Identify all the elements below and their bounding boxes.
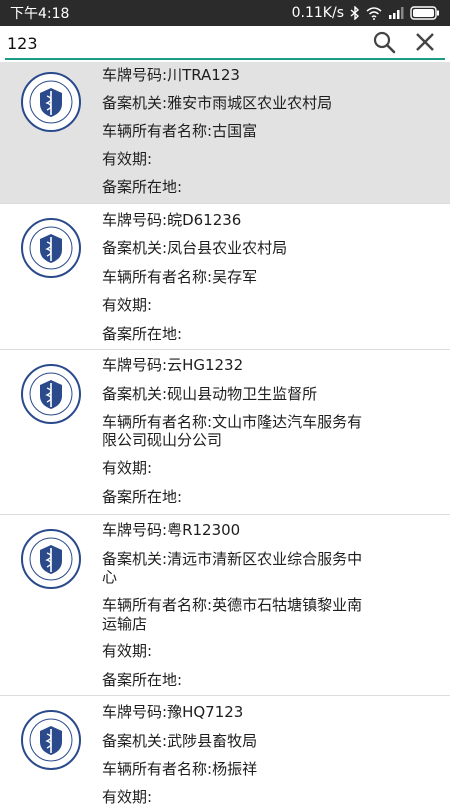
validity-row: 有效期: bbox=[102, 457, 414, 479]
agency-value: 砚山县动物卫生监督所 bbox=[167, 385, 318, 403]
owner-value: 古国富 bbox=[212, 122, 258, 140]
plate-label: 车牌号码: bbox=[102, 521, 168, 539]
list-item[interactable]: 车牌号码:皖D61236 备案机关:凤台县农业农村局 车辆所有者名称:吴存军 有… bbox=[0, 204, 450, 350]
list-item[interactable]: 车牌号码:豫HQ7123 备案机关:武陟县畜牧局 车辆所有者名称:杨振祥 有效期… bbox=[0, 696, 450, 806]
validity-row: 有效期: bbox=[102, 294, 414, 316]
validity-label: 有效期: bbox=[102, 150, 153, 168]
validity-row: 有效期: bbox=[102, 640, 414, 662]
list-item[interactable]: 车牌号码:云HG1232 备案机关:砚山县动物卫生监督所 车辆所有者名称:文山市… bbox=[0, 350, 450, 515]
search-bar bbox=[0, 26, 450, 62]
battery-icon bbox=[410, 6, 440, 20]
agency-label: 备案机关: bbox=[102, 239, 168, 257]
agency-label: 备案机关: bbox=[102, 732, 168, 750]
search-input[interactable] bbox=[7, 31, 357, 55]
animal-health-seal-icon bbox=[20, 363, 82, 425]
owner-row-continued: 运输店 bbox=[102, 613, 414, 635]
status-bar: 下午4:18 0.11K/s bbox=[0, 0, 450, 26]
plate-label: 车牌号码: bbox=[102, 703, 168, 721]
network-speed: 0.11K/s bbox=[291, 5, 344, 21]
validity-label: 有效期: bbox=[102, 788, 153, 806]
agency-value-continued: 心 bbox=[102, 568, 118, 586]
clear-button[interactable] bbox=[411, 30, 439, 58]
agency-row-continued: 心 bbox=[102, 566, 414, 588]
owner-value-continued: 限公司砚山分公司 bbox=[102, 431, 223, 449]
plate-row: 车牌号码:豫HQ7123 bbox=[102, 701, 414, 723]
status-right-group: 0.11K/s bbox=[292, 5, 440, 21]
agency-value: 武陟县畜牧局 bbox=[167, 732, 258, 750]
owner-value: 杨振祥 bbox=[212, 760, 258, 778]
plate-value: 粤R12300 bbox=[167, 521, 241, 539]
plate-label: 车牌号码: bbox=[102, 66, 168, 84]
owner-row: 车辆所有者名称:杨振祥 bbox=[102, 758, 414, 780]
validity-label: 有效期: bbox=[102, 296, 153, 314]
validity-row: 有效期: bbox=[102, 786, 414, 808]
location-label: 备案所在地: bbox=[102, 671, 183, 689]
results-list: 车牌号码:川TRA123 备案机关:雅安市雨城区农业农村局 车辆所有者名称:古国… bbox=[0, 62, 450, 806]
location-row: 备案所在地: bbox=[102, 486, 414, 508]
plate-row: 车牌号码:粤R12300 bbox=[102, 519, 414, 541]
location-label: 备案所在地: bbox=[102, 488, 183, 506]
close-icon bbox=[415, 32, 435, 56]
plate-value: 皖D61236 bbox=[167, 211, 242, 229]
owner-label: 车辆所有者名称: bbox=[102, 596, 213, 614]
agency-row: 备案机关:凤台县农业农村局 bbox=[102, 237, 414, 259]
list-item[interactable]: 车牌号码:川TRA123 备案机关:雅安市雨城区农业农村局 车辆所有者名称:古国… bbox=[0, 62, 450, 204]
agency-value: 凤台县农业农村局 bbox=[167, 239, 288, 257]
wifi-icon bbox=[366, 6, 382, 20]
bluetooth-icon bbox=[350, 6, 360, 20]
owner-label: 车辆所有者名称: bbox=[102, 122, 213, 140]
owner-label: 车辆所有者名称: bbox=[102, 268, 213, 286]
owner-value: 吴存军 bbox=[212, 268, 258, 286]
search-icon bbox=[372, 30, 396, 58]
search-button[interactable] bbox=[370, 30, 398, 58]
location-row: 备案所在地: bbox=[102, 669, 414, 691]
validity-label: 有效期: bbox=[102, 459, 153, 477]
agency-row: 备案机关:雅安市雨城区农业农村局 bbox=[102, 92, 414, 114]
agency-label: 备案机关: bbox=[102, 385, 168, 403]
owner-value: 英德市石牯塘镇黎业南 bbox=[212, 596, 363, 614]
plate-value: 云HG1232 bbox=[167, 356, 244, 374]
plate-label: 车牌号码: bbox=[102, 211, 168, 229]
signal-icon bbox=[388, 7, 404, 19]
owner-label: 车辆所有者名称: bbox=[102, 760, 213, 778]
validity-label: 有效期: bbox=[102, 642, 153, 660]
location-row: 备案所在地: bbox=[102, 323, 414, 345]
animal-health-seal-icon bbox=[20, 71, 82, 133]
plate-value: 川TRA123 bbox=[167, 66, 240, 84]
location-row: 备案所在地: bbox=[102, 176, 414, 198]
list-item[interactable]: 车牌号码:粤R12300 备案机关:清远市清新区农业综合服务中 心 车辆所有者名… bbox=[0, 515, 450, 696]
plate-row: 车牌号码:皖D61236 bbox=[102, 209, 414, 231]
animal-health-seal-icon bbox=[20, 528, 82, 590]
owner-row: 车辆所有者名称:古国富 bbox=[102, 120, 414, 142]
agency-value: 雅安市雨城区农业农村局 bbox=[167, 94, 333, 112]
owner-value-continued: 运输店 bbox=[102, 615, 148, 633]
location-label: 备案所在地: bbox=[102, 325, 183, 343]
agency-row: 备案机关:砚山县动物卫生监督所 bbox=[102, 383, 414, 405]
plate-row: 车牌号码:云HG1232 bbox=[102, 354, 414, 376]
status-time: 下午4:18 bbox=[10, 6, 70, 22]
location-label: 备案所在地: bbox=[102, 178, 183, 196]
owner-row-continued: 限公司砚山分公司 bbox=[102, 429, 414, 451]
agency-row: 备案机关:武陟县畜牧局 bbox=[102, 730, 414, 752]
agency-label: 备案机关: bbox=[102, 94, 168, 112]
animal-health-seal-icon bbox=[20, 217, 82, 279]
plate-row: 车牌号码:川TRA123 bbox=[102, 64, 414, 86]
validity-row: 有效期: bbox=[102, 148, 414, 170]
animal-health-seal-icon bbox=[20, 709, 82, 771]
search-underline bbox=[5, 58, 445, 60]
plate-label: 车牌号码: bbox=[102, 356, 168, 374]
owner-row: 车辆所有者名称:吴存军 bbox=[102, 266, 414, 288]
plate-value: 豫HQ7123 bbox=[167, 703, 244, 721]
